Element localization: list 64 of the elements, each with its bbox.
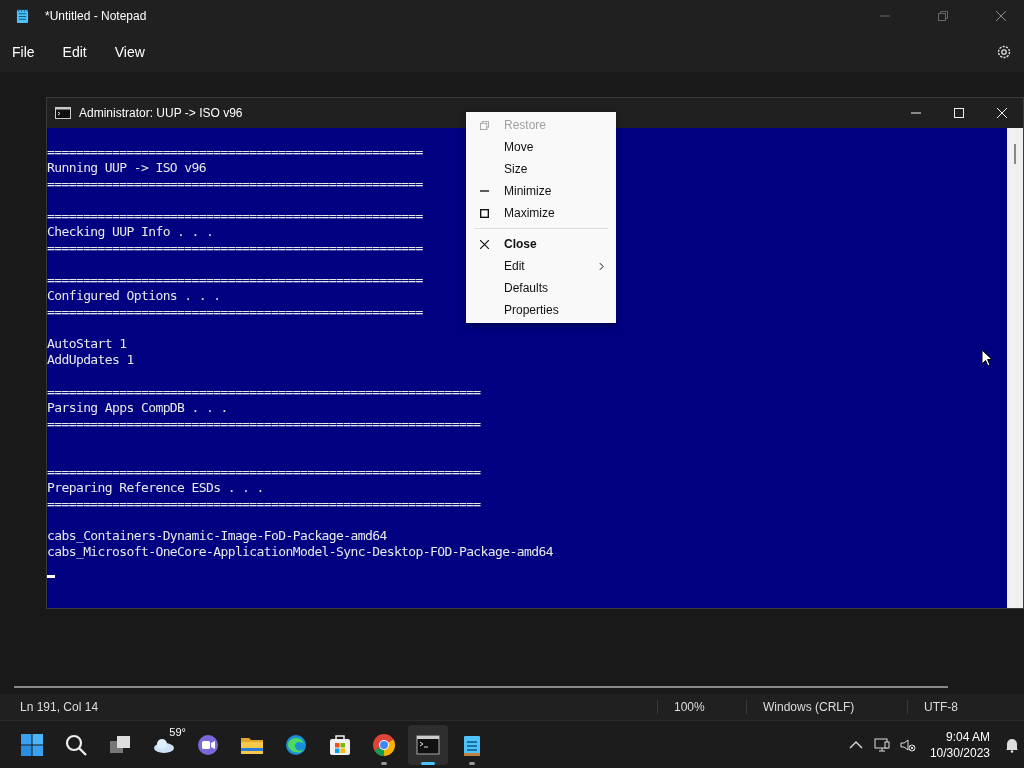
console-icon [55, 107, 71, 119]
menu-item[interactable]: Move [466, 136, 616, 158]
close-icon [480, 239, 489, 249]
bell-icon[interactable] [1004, 736, 1020, 753]
search-icon [64, 732, 88, 757]
menu-item[interactable]: Defaults [466, 277, 616, 299]
menu-item[interactable]: Minimize [466, 180, 616, 202]
cursor-position: Ln 191, Col 14 [20, 700, 99, 714]
menu-item[interactable]: Properties [466, 299, 616, 321]
maximize-icon [480, 208, 489, 218]
shopping-bag-icon [328, 732, 352, 757]
console-line: ==================================================== [47, 272, 423, 287]
menu-item[interactable]: Maximize [466, 202, 616, 224]
text-cursor [47, 575, 55, 578]
encoding: UTF-8 [907, 700, 1024, 714]
console-line: ============================================================ [47, 416, 481, 431]
console-line: cabs_Microsoft-OneCore-ApplicationModel-Sync-Desktop-FOD-Package-amd64 [47, 544, 553, 559]
console-line: ==================================================== [47, 144, 423, 159]
menu-item[interactable]: Edit [466, 255, 616, 277]
scrollbar[interactable] [1007, 128, 1023, 608]
console-line: Checking UUP Info . . . [47, 224, 214, 239]
restore-icon [480, 120, 489, 130]
console-line: ============================================================ [47, 496, 481, 511]
mouse-pointer-icon [981, 349, 993, 367]
maximize-icon[interactable] [954, 108, 964, 118]
clock-time[interactable]: 9:04 AM [945, 728, 990, 745]
console-line: ==================================================== [47, 304, 423, 319]
console-line: Preparing Reference ESDs . . . [47, 480, 264, 495]
window-title: Administrator: UUP -> ISO v96 [79, 106, 243, 120]
console-line: ============================================================ [47, 464, 481, 479]
console-line: ==================================================== [47, 240, 423, 255]
swirl-logo-icon [284, 732, 308, 757]
clock-date[interactable]: 10/30/2023 [929, 744, 990, 761]
line-ending: Windows (CRLF) [746, 700, 907, 714]
video-camera-icon [196, 732, 220, 757]
window-title: *Untitled - Notepad [45, 9, 147, 23]
console-line: AddUpdates 1 [47, 352, 134, 367]
menu-item[interactable]: Edit [62, 44, 99, 60]
chevron-right-icon [599, 261, 604, 271]
console-line: Parsing Apps CompDB . . . [47, 400, 228, 415]
taskbar-button[interactable] [408, 724, 448, 765]
menu-item[interactable]: View [114, 44, 157, 60]
menu-item[interactable]: Size [466, 158, 616, 180]
console-line: ============================================================ [47, 384, 481, 399]
menu-item[interactable]: Close [466, 233, 616, 255]
console-line: cabs_Containers-Dynamic-Image-FoD-Package-amd64 [47, 528, 387, 543]
restore-icon[interactable] [938, 11, 948, 21]
windows-logo-icon [20, 732, 44, 757]
console-line: Configured Options . . . [47, 288, 221, 303]
zoom-level: 100% [657, 700, 746, 714]
console-line: ==================================================== [47, 176, 423, 191]
speaker-muted-icon[interactable] [899, 736, 916, 753]
console-line: Running UUP -> ISO v96 [47, 160, 206, 175]
terminal-icon [416, 732, 440, 757]
network-icon[interactable] [873, 736, 890, 753]
console-line: AutoStart 1 [47, 336, 127, 351]
ring-logo-icon [372, 732, 396, 757]
console-line: ==================================================== [47, 208, 423, 223]
temperature-label: 59° [169, 725, 186, 738]
taskbar-button[interactable]: 59° [144, 724, 184, 765]
notepad-icon [16, 8, 29, 24]
menu-item[interactable]: File [12, 44, 47, 60]
settings-icon[interactable] [996, 44, 1012, 60]
minimize-icon [480, 190, 489, 192]
